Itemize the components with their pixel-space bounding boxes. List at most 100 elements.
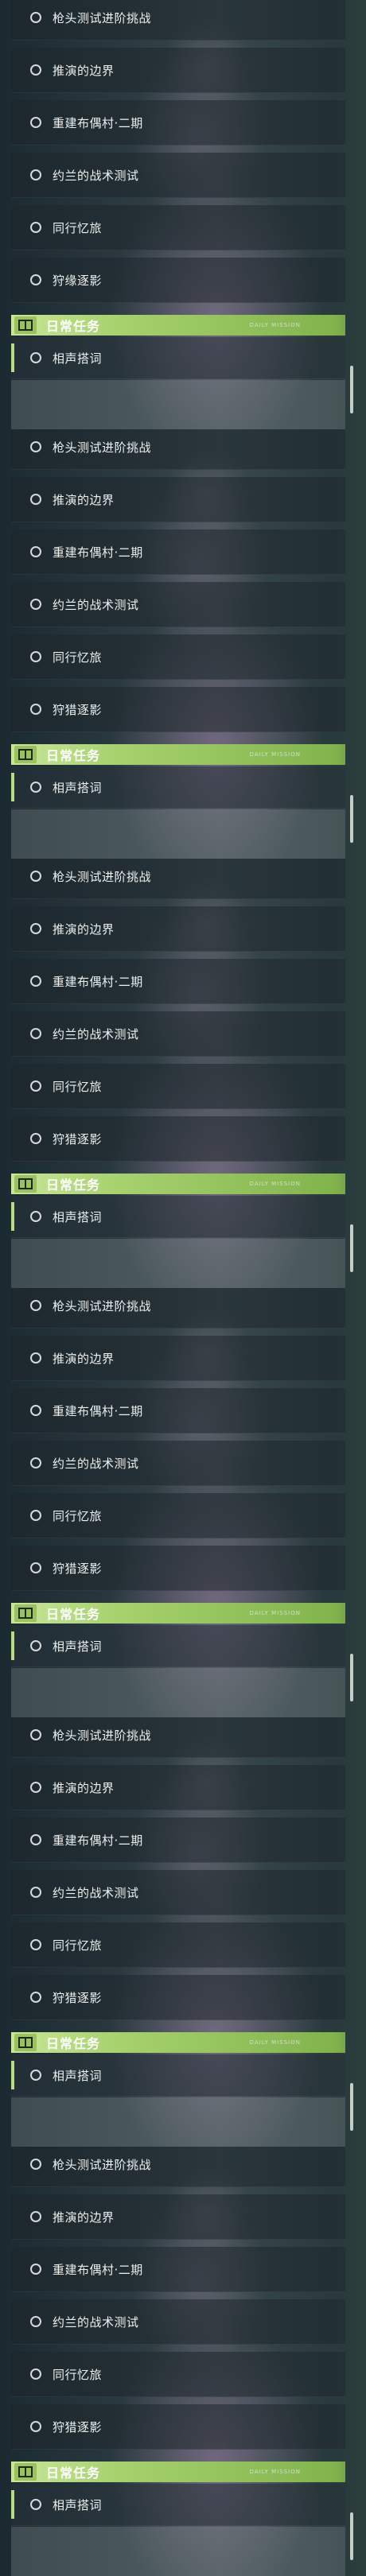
quest-item[interactable]: 狩猎逐影 bbox=[11, 687, 345, 732]
scrollbar[interactable] bbox=[350, 1224, 353, 1272]
circle-icon bbox=[30, 2070, 41, 2081]
daily-quest-item[interactable]: 相声搭词 bbox=[11, 337, 345, 379]
circle-icon bbox=[30, 274, 41, 285]
accent-bar bbox=[11, 2490, 14, 2519]
quest-label: 重建布偶村·二期 bbox=[53, 115, 143, 130]
quest-label: 同行忆旅 bbox=[53, 220, 103, 235]
quest-label: 狩猎逐影 bbox=[53, 2419, 103, 2434]
daily-quest-item[interactable]: 相声搭词 bbox=[11, 1196, 345, 1238]
circle-icon bbox=[30, 117, 41, 128]
quest-item[interactable]: 枪头测试进阶挑战 bbox=[11, 2147, 345, 2187]
book-icon bbox=[14, 746, 37, 763]
book-icon bbox=[14, 2463, 37, 2481]
quest-item[interactable]: 枪头测试进阶挑战 bbox=[11, 429, 345, 470]
quest-item[interactable]: 推演的边界 bbox=[11, 48, 345, 93]
quest-label: 重建布偶村·二期 bbox=[53, 545, 143, 560]
quest-item[interactable]: 重建布偶村·二期 bbox=[11, 959, 345, 1004]
quest-item[interactable]: 同行忆旅 bbox=[11, 1064, 345, 1109]
circle-icon bbox=[30, 12, 41, 23]
quest-item[interactable]: 约兰的战术测试 bbox=[11, 2299, 345, 2345]
quest-item[interactable]: 推演的边界 bbox=[11, 477, 345, 522]
quest-item[interactable]: 约兰的战术测试 bbox=[11, 582, 345, 627]
circle-icon bbox=[30, 2499, 41, 2510]
quest-item[interactable]: 推演的边界 bbox=[11, 1336, 345, 1381]
list-fade bbox=[11, 809, 345, 859]
daily-mission-header: 日常任务 DAILY MISSION bbox=[11, 744, 345, 765]
daily-quest-item[interactable]: 相声搭词 bbox=[11, 1625, 345, 1667]
list-fade bbox=[11, 2527, 345, 2576]
circle-icon bbox=[30, 352, 41, 363]
quest-item[interactable]: 狩猎逐影 bbox=[11, 1116, 345, 1162]
quest-label: 狩猎逐影 bbox=[53, 1561, 103, 1576]
quest-panel-6: 枪头测试进阶挑战 推演的边界 重建布偶村·二期 约兰的战术测试 同行忆旅 狩猎逐… bbox=[0, 2147, 366, 2576]
daily-mission-header: 日常任务 DAILY MISSION bbox=[11, 2032, 345, 2053]
quest-item[interactable]: 同行忆旅 bbox=[11, 634, 345, 680]
quest-item[interactable]: 重建布偶村·二期 bbox=[11, 1388, 345, 1433]
quest-item[interactable]: 推演的边界 bbox=[11, 906, 345, 952]
quest-panel-4: 枪头测试进阶挑战 推演的边界 重建布偶村·二期 约兰的战术测试 同行忆旅 狩猎逐… bbox=[0, 1288, 366, 1717]
circle-icon bbox=[30, 2264, 41, 2275]
quest-item[interactable]: 狩猎逐影 bbox=[11, 2404, 345, 2450]
circle-icon bbox=[30, 2159, 41, 2170]
circle-icon bbox=[30, 64, 41, 76]
daily-quest-item[interactable]: 相声搭词 bbox=[11, 2054, 345, 2097]
quest-label: 约兰的战术测试 bbox=[53, 597, 139, 612]
scrollbar[interactable] bbox=[350, 2512, 353, 2560]
quest-item[interactable]: 约兰的战术测试 bbox=[11, 1441, 345, 1486]
scrollbar[interactable] bbox=[350, 2083, 353, 2131]
quest-item[interactable]: 枪头测试进阶挑战 bbox=[11, 1288, 345, 1329]
daily-quest-item[interactable]: 相声搭词 bbox=[11, 2484, 345, 2526]
circle-icon bbox=[30, 2211, 41, 2222]
quest-label: 推演的边界 bbox=[53, 2209, 115, 2225]
book-icon bbox=[14, 1604, 37, 1622]
quest-item[interactable]: 枪头测试进阶挑战 bbox=[11, 859, 345, 899]
quest-item[interactable]: 推演的边界 bbox=[11, 1765, 345, 1810]
quest-item[interactable]: 约兰的战术测试 bbox=[11, 1870, 345, 1915]
quest-label: 同行忆旅 bbox=[53, 2367, 103, 2382]
circle-icon bbox=[30, 1211, 41, 1222]
scrollbar[interactable] bbox=[350, 1654, 353, 1701]
quest-panel-5: 枪头测试进阶挑战 推演的边界 重建布偶村·二期 约兰的战术测试 同行忆旅 狩猎逐… bbox=[0, 1717, 366, 2147]
section-title: 日常任务 bbox=[46, 2036, 101, 2051]
quest-item[interactable]: 同行忆旅 bbox=[11, 205, 345, 250]
quest-item[interactable]: 约兰的战术测试 bbox=[11, 153, 345, 198]
quest-item[interactable]: 重建布偶村·二期 bbox=[11, 1818, 345, 1863]
section-title: 日常任务 bbox=[46, 1177, 101, 1193]
quest-item[interactable]: 狩猎逐影 bbox=[11, 1546, 345, 1591]
daily-mission-header: 日常任务 DAILY MISSION bbox=[11, 2462, 345, 2482]
circle-icon bbox=[30, 169, 41, 180]
quest-item[interactable]: 枪头测试进阶挑战 bbox=[11, 1717, 345, 1758]
quest-item[interactable]: 狩缘逐影 bbox=[11, 258, 345, 303]
section-title: 日常任务 bbox=[46, 1607, 101, 1622]
book-icon bbox=[14, 2034, 37, 2051]
quest-item[interactable]: 重建布偶村·二期 bbox=[11, 100, 345, 145]
quest-item[interactable]: 重建布偶村·二期 bbox=[11, 2247, 345, 2292]
quest-panel-3: 枪头测试进阶挑战 推演的边界 重建布偶村·二期 约兰的战术测试 同行忆旅 狩猎逐… bbox=[0, 859, 366, 1288]
circle-icon bbox=[30, 1080, 41, 1092]
quest-label: 枪头测试进阶挑战 bbox=[53, 2157, 152, 2172]
circle-icon bbox=[30, 1405, 41, 1416]
accent-bar bbox=[11, 1202, 14, 1231]
quest-label: 枪头测试进阶挑战 bbox=[53, 440, 152, 455]
quest-item[interactable]: 重建布偶村·二期 bbox=[11, 530, 345, 575]
quest-item[interactable]: 同行忆旅 bbox=[11, 1493, 345, 1538]
scrollbar[interactable] bbox=[350, 366, 353, 413]
quest-item[interactable]: 约兰的战术测试 bbox=[11, 1011, 345, 1057]
scrollbar[interactable] bbox=[350, 795, 353, 843]
book-icon bbox=[14, 1175, 37, 1193]
circle-icon bbox=[30, 1729, 41, 1740]
section-title: 日常任务 bbox=[46, 319, 101, 334]
circle-icon bbox=[30, 1992, 41, 2003]
quest-item[interactable]: 狩猎逐影 bbox=[11, 1975, 345, 2020]
accent-bar bbox=[11, 2061, 14, 2089]
circle-icon bbox=[30, 1782, 41, 1793]
quest-label: 推演的边界 bbox=[53, 1780, 115, 1795]
quest-item[interactable]: 同行忆旅 bbox=[11, 1922, 345, 1968]
quest-label: 重建布偶村·二期 bbox=[53, 1833, 143, 1848]
list-fade bbox=[11, 1239, 345, 1288]
quest-item[interactable]: 枪头测试进阶挑战 bbox=[11, 0, 345, 41]
quest-label: 约兰的战术测试 bbox=[53, 2314, 139, 2330]
daily-quest-item[interactable]: 相声搭词 bbox=[11, 766, 345, 809]
quest-item[interactable]: 同行忆旅 bbox=[11, 2352, 345, 2397]
quest-item[interactable]: 推演的边界 bbox=[11, 2194, 345, 2240]
